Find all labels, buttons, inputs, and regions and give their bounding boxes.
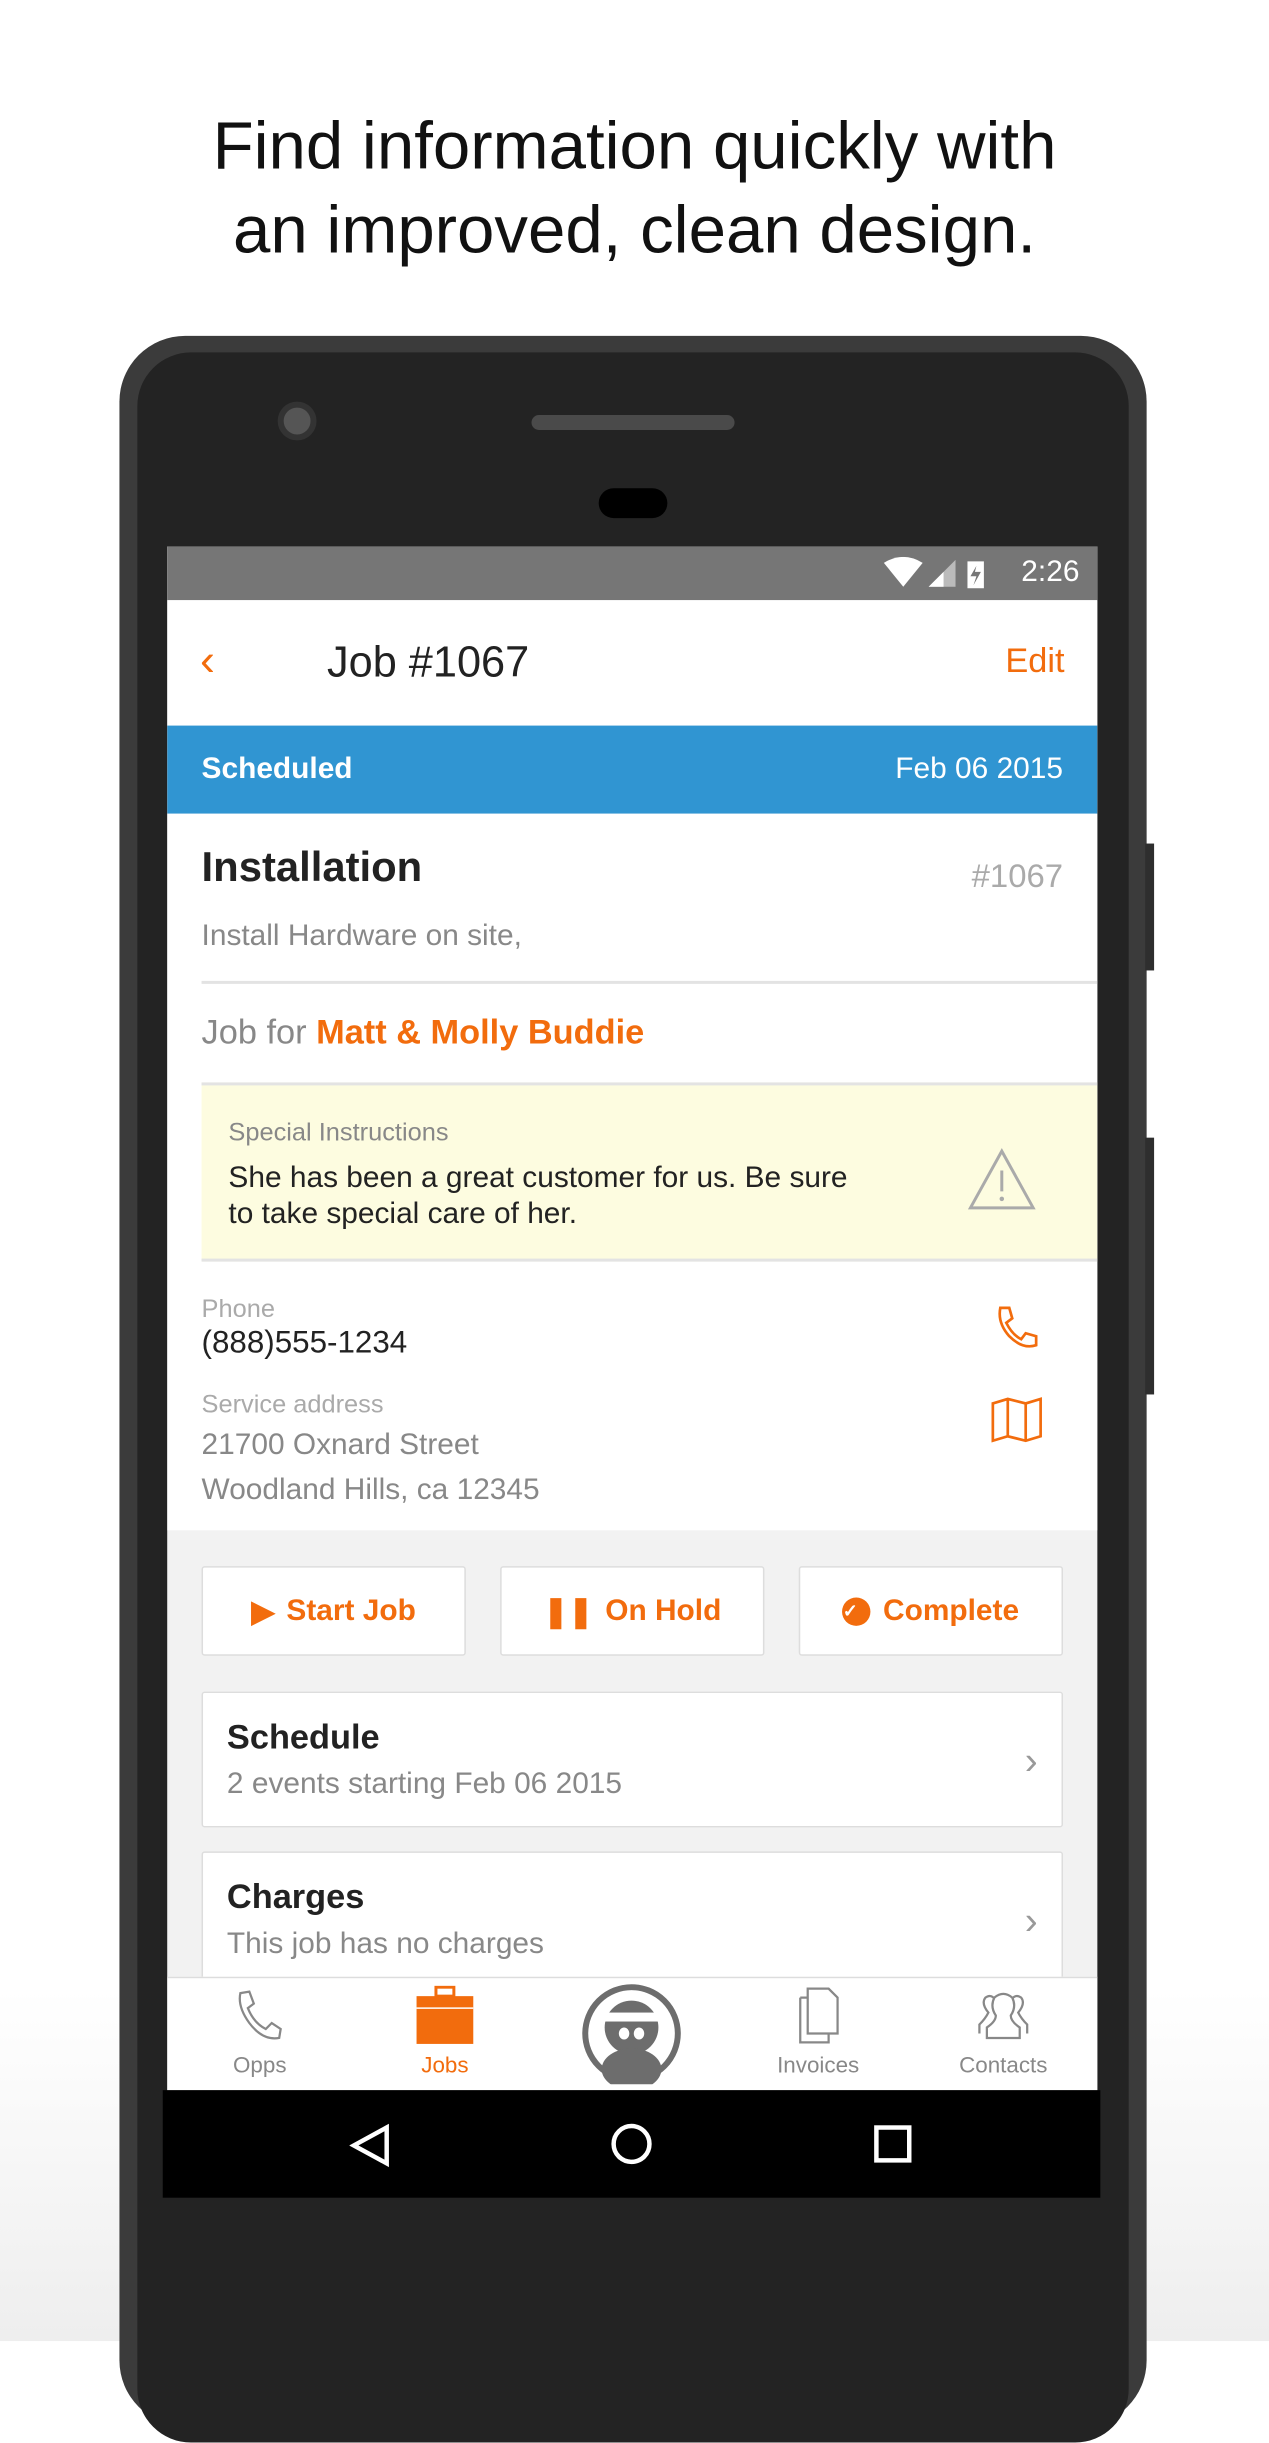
home-nav-icon[interactable] xyxy=(609,2122,654,2167)
back-nav-icon[interactable] xyxy=(349,2123,391,2168)
speaker xyxy=(531,415,735,430)
screen: 2:26 ‹ Job #1067 Edit Scheduled Feb 06 2… xyxy=(167,546,1098,2091)
status-badge: Scheduled xyxy=(201,752,353,786)
play-icon: ▶ xyxy=(251,1595,275,1629)
status-banner: Scheduled Feb 06 2015 xyxy=(167,725,1098,814)
job-number: #1067 xyxy=(971,856,1064,895)
job-details-card: Installation #1067 Install Hardware on s… xyxy=(167,813,1098,1531)
tab-home[interactable] xyxy=(540,1978,725,2090)
status-bar: 2:26 xyxy=(167,546,1098,601)
tab-contacts[interactable]: Contacts xyxy=(911,1978,1096,2090)
power-button xyxy=(1145,1137,1155,1395)
android-nav-bar xyxy=(162,2090,1101,2198)
customer-link[interactable]: Matt & Molly Buddie xyxy=(316,1012,644,1051)
map-icon[interactable] xyxy=(990,1396,1044,1444)
briefcase-icon xyxy=(416,1985,474,2044)
phone-number[interactable]: (888)555-1234 xyxy=(202,1326,408,1362)
start-job-button[interactable]: ▶ Start Job xyxy=(201,1566,466,1656)
tab-invoices[interactable]: Invoices xyxy=(726,1978,911,2090)
wifi-icon xyxy=(883,556,984,589)
pause-icon: ❚❚ xyxy=(543,1595,594,1629)
recents-nav-icon[interactable] xyxy=(873,2125,912,2164)
contacts-icon xyxy=(978,1992,1029,2040)
phone-icon[interactable] xyxy=(993,1303,1041,1351)
clock: 2:26 xyxy=(1021,555,1080,589)
job-date: Feb 06 2015 xyxy=(895,752,1064,786)
phone-icon xyxy=(238,1990,282,2040)
check-circle-icon: ✓ xyxy=(842,1596,872,1626)
app-header: ‹ Job #1067 Edit xyxy=(167,600,1098,726)
chevron-right-icon: › xyxy=(1024,1897,1038,1943)
tab-jobs[interactable]: Jobs xyxy=(352,1978,537,2090)
tab-opps[interactable]: Opps xyxy=(167,1978,352,2090)
chevron-right-icon: › xyxy=(1024,1737,1038,1783)
bottom-tab-bar: Opps Jobs Invoices Contacts xyxy=(167,1976,1098,2091)
service-address: 21700 Oxnard Street Woodland Hills, ca 1… xyxy=(201,1428,540,1507)
job-customer: Job for Matt & Molly Buddie xyxy=(201,1012,645,1052)
special-instructions: Special Instructions She has been a grea… xyxy=(201,1082,1098,1262)
complete-button[interactable]: ✓ Complete xyxy=(798,1566,1064,1656)
ninja-avatar-icon xyxy=(582,1984,681,2085)
documents-icon xyxy=(799,1987,839,2044)
edit-button[interactable]: Edit xyxy=(1005,640,1064,680)
divider xyxy=(201,980,1098,984)
on-hold-button[interactable]: ❚❚ On Hold xyxy=(500,1566,765,1656)
job-description: Install Hardware on site, xyxy=(201,919,522,953)
schedule-row[interactable]: Schedule 2 events starting Feb 06 2015 › xyxy=(201,1691,1064,1828)
volume-button xyxy=(1145,843,1155,971)
job-name: Installation xyxy=(201,843,423,890)
page-title: Job #1067 xyxy=(326,639,530,687)
headline: Find information quickly with an improve… xyxy=(212,107,1057,268)
back-button[interactable]: ‹ xyxy=(200,636,215,687)
camera xyxy=(277,401,317,441)
sensor xyxy=(598,488,668,519)
warning-icon xyxy=(967,1148,1036,1210)
